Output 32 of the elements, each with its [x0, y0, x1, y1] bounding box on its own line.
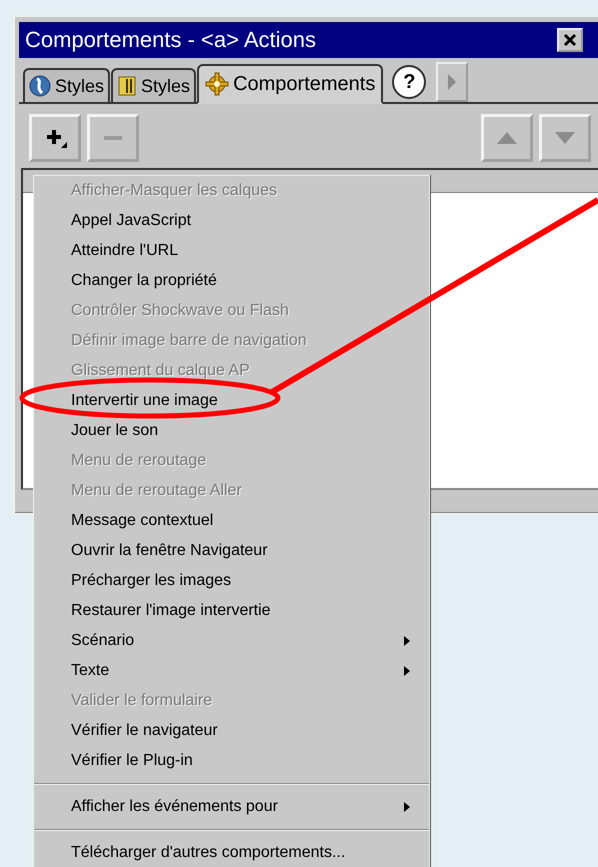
- menu-item[interactable]: Ouvrir la fenêtre Navigateur: [34, 536, 429, 566]
- close-button[interactable]: [557, 28, 583, 52]
- window-title: Comportements - <a> Actions: [25, 27, 316, 53]
- globe-icon: [29, 75, 51, 97]
- paragraph-icon: [117, 75, 138, 97]
- menu-item[interactable]: Appel JavaScript: [34, 206, 429, 236]
- triangle-right-icon: [446, 72, 458, 92]
- menu-item[interactable]: Message contextuel: [34, 506, 429, 536]
- tab[interactable]: Styles: [23, 68, 110, 102]
- menu-item[interactable]: Texte: [34, 656, 429, 686]
- menu-item[interactable]: Télécharger d'autres comportements...: [34, 838, 429, 867]
- menu-item[interactable]: Afficher les événements pour: [34, 792, 429, 822]
- menu-item[interactable]: Scénario: [34, 626, 429, 656]
- submenu-arrow-icon: [403, 665, 411, 677]
- gear-icon: [205, 72, 230, 96]
- minus-icon: [104, 136, 122, 140]
- menu-item[interactable]: Restaurer l'image intervertie: [34, 596, 429, 626]
- close-icon: [562, 32, 578, 48]
- scroll-right-button[interactable]: [436, 62, 468, 102]
- menu-item[interactable]: Vérifier le Plug-in: [34, 746, 429, 776]
- help-button[interactable]: ?: [392, 65, 426, 99]
- menu-item[interactable]: Vérifier le navigateur: [34, 716, 429, 746]
- submenu-arrow-icon: [403, 801, 411, 813]
- submenu-arrow-icon: [403, 635, 411, 647]
- menu-item[interactable]: Précharger les images: [34, 566, 429, 596]
- menu-item[interactable]: Changer la propriété: [34, 266, 429, 296]
- menu-item[interactable]: Intervertir une image: [34, 386, 429, 416]
- menu-item[interactable]: Atteindre l'URL: [34, 236, 429, 266]
- tab[interactable]: Comportements: [197, 64, 384, 104]
- plus-button[interactable]: [29, 114, 81, 162]
- menu-item[interactable]: Jouer le son: [34, 416, 429, 446]
- tab[interactable]: Styles: [111, 68, 196, 102]
